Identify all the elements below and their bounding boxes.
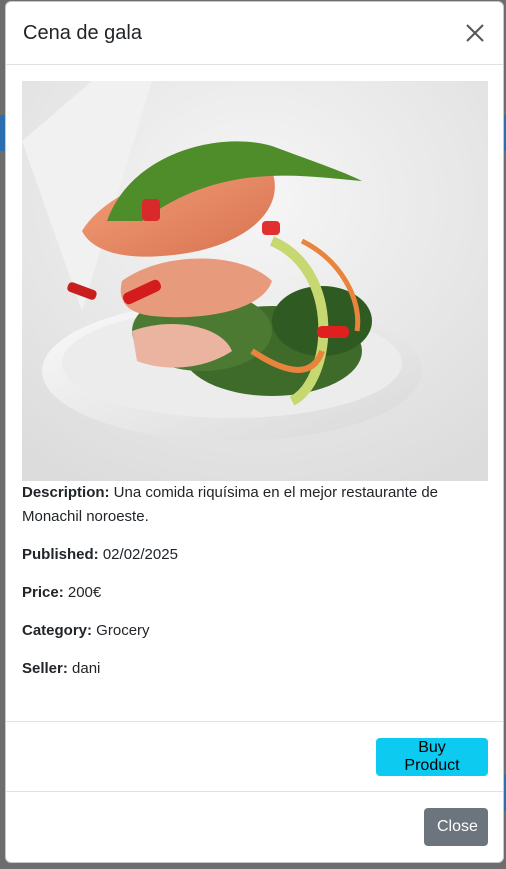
modal-header: Cena de gala — [6, 2, 503, 65]
price-label: Price: — [22, 584, 64, 601]
seller-line: Seller: dani — [22, 657, 487, 681]
modal-body: Description: Una comida riquísima en el … — [6, 65, 503, 722]
seller-label: Seller: — [22, 660, 68, 677]
product-image — [22, 81, 488, 481]
product-modal: Cena de gala Description: Una comida riq… — [5, 1, 504, 863]
category-value: Grocery — [92, 622, 150, 639]
published-line: Published: 02/02/2025 — [22, 543, 487, 567]
buy-product-button[interactable]: Buy Product — [376, 737, 488, 776]
description-line: Description: Una comida riquísima en el … — [22, 481, 487, 529]
published-value: 02/02/2025 — [98, 546, 178, 563]
close-icon[interactable] — [463, 21, 487, 45]
category-line: Category: Grocery — [22, 619, 487, 643]
category-label: Category: — [22, 622, 93, 639]
seller-value: dani — [67, 660, 101, 677]
description-label: Description: — [22, 484, 110, 501]
modal-title: Cena de gala — [23, 21, 142, 44]
modal-footer: Close — [6, 792, 503, 862]
published-label: Published: — [22, 546, 99, 563]
price-value: 200€ — [63, 584, 102, 601]
price-line: Price: 200€ — [22, 581, 487, 605]
close-button[interactable]: Close — [424, 808, 488, 846]
product-info: Description: Una comida riquísima en el … — [22, 481, 487, 681]
buy-row: Buy Product — [6, 722, 503, 792]
